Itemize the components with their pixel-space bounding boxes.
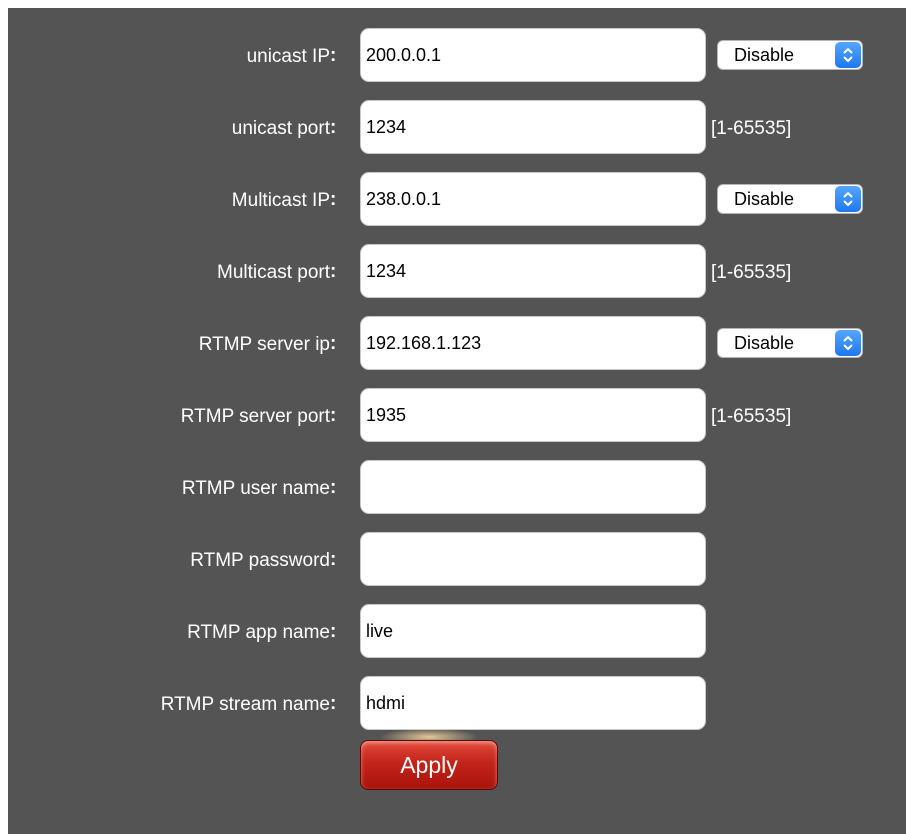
select-value: Disable	[734, 333, 795, 353]
unicast-ip-input[interactable]	[361, 29, 705, 81]
rtmp-password-field[interactable]	[360, 532, 706, 586]
apply-button[interactable]: Apply	[360, 740, 498, 790]
rtmp-user-name-field[interactable]	[360, 460, 706, 514]
field-label: RTMP server ip	[198, 334, 330, 355]
field-label: RTMP server port	[180, 406, 330, 427]
label-colon: :	[330, 45, 337, 66]
rtmp-user-name-input[interactable]	[361, 461, 705, 513]
port-range-hint: [1-65535]	[711, 262, 792, 283]
form-row-multicast-port: Multicast port : [1-65535]	[8, 244, 906, 302]
updown-chevron-icon	[835, 42, 861, 68]
form-row-unicast-ip: unicast IP : Disable	[8, 28, 906, 86]
form-row-rtmp-stream-name: RTMP stream name :	[8, 676, 906, 734]
multicast-port-field[interactable]	[360, 244, 706, 298]
rtmp-server-port-field[interactable]	[360, 388, 706, 442]
field-label: Multicast port	[217, 262, 330, 283]
field-label: RTMP user name	[181, 478, 330, 499]
field-label: RTMP password	[190, 550, 330, 571]
unicast-port-input[interactable]	[361, 101, 705, 153]
label-colon: :	[330, 405, 337, 426]
field-label: unicast port	[231, 118, 330, 139]
port-range-hint: [1-65535]	[711, 406, 792, 427]
rtmp-server-port-input[interactable]	[361, 389, 705, 441]
unicast-enable-select[interactable]: Disable	[717, 40, 863, 70]
label-colon: :	[330, 549, 337, 570]
unicast-port-field[interactable]	[360, 100, 706, 154]
rtmp-server-ip-field[interactable]	[360, 316, 706, 370]
field-label: unicast IP	[246, 46, 330, 67]
updown-chevron-icon	[835, 186, 861, 212]
rtmp-server-ip-input[interactable]	[361, 317, 705, 369]
rtmp-app-name-input[interactable]	[361, 605, 705, 657]
label-colon: :	[330, 189, 337, 210]
label-colon: :	[330, 477, 337, 498]
select-value: Disable	[734, 189, 795, 209]
rtmp-password-input[interactable]	[361, 533, 705, 585]
field-label: RTMP stream name	[160, 694, 330, 715]
form-row-unicast-port: unicast port : [1-65535]	[8, 100, 906, 158]
form-row-rtmp-app-name: RTMP app name :	[8, 604, 906, 662]
port-range-hint: [1-65535]	[711, 118, 792, 139]
unicast-ip-field[interactable]	[360, 28, 706, 82]
form-row-rtmp-password: RTMP password :	[8, 532, 906, 590]
rtmp-stream-name-field[interactable]	[360, 676, 706, 730]
rtmp-enable-select[interactable]: Disable	[717, 328, 863, 358]
label-colon: :	[330, 261, 337, 282]
rtmp-app-name-field[interactable]	[360, 604, 706, 658]
field-label: RTMP app name	[187, 622, 330, 643]
settings-panel: unicast IP : Disable unicast port : [1-6…	[8, 8, 906, 834]
form-row-multicast-ip: Multicast IP : Disable	[8, 172, 906, 230]
form-row-rtmp-server-ip: RTMP server ip : Disable	[8, 316, 906, 374]
label-colon: :	[330, 117, 337, 138]
multicast-enable-select[interactable]: Disable	[717, 184, 863, 214]
updown-chevron-icon	[835, 330, 861, 356]
rtmp-stream-name-input[interactable]	[361, 677, 705, 729]
multicast-ip-input[interactable]	[361, 173, 705, 225]
label-colon: :	[330, 693, 337, 714]
label-colon: :	[330, 333, 337, 354]
field-label: Multicast IP	[231, 190, 330, 211]
multicast-port-input[interactable]	[361, 245, 705, 297]
label-colon: :	[330, 621, 337, 642]
select-value: Disable	[734, 45, 795, 65]
form-row-rtmp-user-name: RTMP user name :	[8, 460, 906, 518]
form-row-rtmp-server-port: RTMP server port : [1-65535]	[8, 388, 906, 446]
multicast-ip-field[interactable]	[360, 172, 706, 226]
